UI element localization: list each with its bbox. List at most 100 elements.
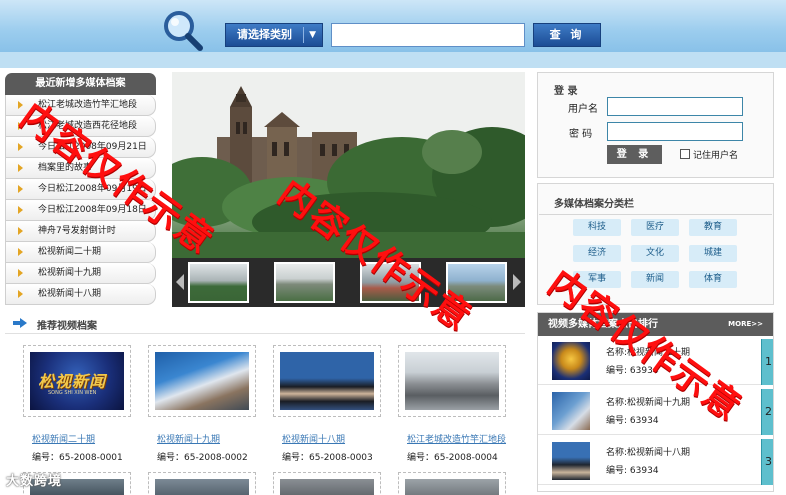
ranking-item-name: 名称:松视新闻二十期 [606, 348, 691, 358]
category-urban[interactable]: 城建 [689, 245, 737, 262]
list-item-label: 松江老城改造西花径地段 [38, 121, 138, 131]
query-button[interactable]: 查 询 [533, 23, 601, 47]
search-input[interactable] [331, 23, 525, 47]
category-culture[interactable]: 文化 [631, 245, 679, 262]
category-education[interactable]: 教育 [689, 219, 737, 236]
category-select-label: 请选择类别 [237, 28, 292, 41]
recommended-header: 推荐视频档案 [5, 312, 525, 334]
header-bar: 请选择类别 ▼ 查 询 [0, 0, 786, 68]
arrow-bullet-icon [18, 248, 23, 256]
ranking-item-name: 名称:松视新闻十八期 [606, 448, 691, 458]
banner-thumb[interactable] [360, 262, 421, 303]
list-item[interactable]: 档案里的故事 [5, 158, 156, 179]
list-item[interactable]: 松视新闻二十期 [5, 242, 156, 263]
category-tech[interactable]: 科技 [573, 219, 621, 236]
video-number: 编号：65-2008-0002 [157, 453, 248, 463]
video-number: 编号：65-2008-0004 [407, 453, 498, 463]
list-item[interactable]: 今日松江2008年09月19日 [5, 179, 156, 200]
category-military[interactable]: 军事 [573, 271, 621, 288]
login-panel: 登 录 用户名 密 码 登 录 记住用户名 [537, 72, 774, 178]
arrow-bullet-icon [18, 185, 23, 193]
video-name-link[interactable]: 松视新闻二十期 [32, 432, 95, 445]
video-thumb [155, 479, 249, 495]
list-item[interactable]: 今日松江2008年09月21日 [5, 137, 156, 158]
login-button[interactable]: 登 录 [607, 145, 662, 164]
rank-badge: 1 [761, 339, 773, 385]
video-thumb [280, 352, 374, 410]
recent-archives-title: 最近新增多媒体档案 [5, 73, 156, 95]
list-item-label: 松江老城改造竹竿汇地段 [38, 100, 138, 110]
video-card[interactable] [273, 345, 381, 417]
ranking-item-no: 编号: 63934 [606, 466, 659, 476]
category-select-divider [303, 27, 304, 43]
more-link[interactable]: MORE>> [728, 320, 763, 328]
list-item-label: 今日松江2008年09月21日 [38, 142, 147, 152]
rank-badge: 3 [761, 439, 773, 485]
video-thumb: 松视新闻 SONG SHI XIN WEN [30, 352, 124, 410]
header-lower-band [0, 52, 786, 68]
arrow-bullet-icon [18, 290, 23, 298]
video-thumb [155, 352, 249, 410]
ranking-thumb [552, 442, 590, 480]
arrow-bullet-icon [18, 122, 23, 130]
ranking-item-name: 名称:松视新闻十九期 [606, 398, 691, 408]
category-sports[interactable]: 体育 [689, 271, 737, 288]
list-item-label: 档案里的故事 [38, 163, 93, 173]
banner-next-arrow-icon[interactable] [513, 274, 521, 290]
list-item[interactable]: 松视新闻十八期 [5, 284, 156, 305]
category-news[interactable]: 新闻 [631, 271, 679, 288]
video-card[interactable] [398, 345, 506, 417]
banner-thumb[interactable] [446, 262, 507, 303]
ranking-item[interactable]: 名称:松视新闻二十期 编号: 63934 1 [538, 339, 773, 385]
list-item-label: 松视新闻二十期 [38, 247, 102, 257]
list-item[interactable]: 松江老城改造西花径地段 [5, 116, 156, 137]
banner-slideshow[interactable] [172, 72, 525, 307]
video-thumb [280, 479, 374, 495]
username-field[interactable] [607, 97, 743, 116]
video-number: 编号：65-2008-0003 [282, 453, 373, 463]
password-field[interactable] [607, 122, 743, 141]
category-economy[interactable]: 经济 [573, 245, 621, 262]
video-card[interactable] [398, 472, 506, 495]
video-card[interactable] [273, 472, 381, 495]
list-item-label: 神舟7号发射倒计时 [38, 226, 116, 236]
remember-label: 记住用户名 [693, 151, 739, 161]
arrow-bullet-icon [18, 227, 23, 235]
video-card[interactable] [148, 345, 256, 417]
arrow-bullet-icon [18, 206, 23, 214]
thumb-caption: 松视新闻 [38, 372, 107, 391]
thumb-subcaption: SONG SHI XIN WEN [48, 390, 97, 396]
banner-thumb[interactable] [274, 262, 335, 303]
list-item[interactable]: 松视新闻十九期 [5, 263, 156, 284]
ranking-item[interactable]: 名称:松视新闻十九期 编号: 63934 2 [538, 389, 773, 435]
password-label: 密 码 [569, 129, 593, 140]
arrow-right-icon [13, 318, 27, 328]
list-item-label: 松视新闻十八期 [38, 289, 102, 299]
list-item-label: 今日松江2008年09月18日 [38, 205, 147, 215]
click-ranking-panel: 视频多媒体档案点击排行 MORE>> 名称:松视新闻二十期 编号: 63934 … [537, 312, 774, 492]
rank-badge: 2 [761, 389, 773, 435]
list-item-label: 今日松江2008年09月19日 [38, 184, 147, 194]
video-card[interactable] [148, 472, 256, 495]
video-thumb [405, 352, 499, 410]
list-item[interactable]: 神舟7号发射倒计时 [5, 221, 156, 242]
banner-thumb[interactable] [188, 262, 249, 303]
video-name-link[interactable]: 松视新闻十八期 [282, 432, 345, 445]
list-item[interactable]: 松江老城改造竹竿汇地段 [5, 95, 156, 116]
arrow-bullet-icon [18, 101, 23, 109]
video-name-link[interactable]: 松视新闻十九期 [157, 432, 220, 445]
video-name-link[interactable]: 松江老城改造竹竿汇地段 [407, 432, 506, 445]
video-number: 编号：65-2008-0001 [32, 453, 123, 463]
arrow-bullet-icon [18, 143, 23, 151]
ranking-thumb [552, 342, 590, 380]
login-title: 登 录 [554, 86, 578, 97]
ranking-item[interactable]: 名称:松视新闻十八期 编号: 63934 3 [538, 439, 773, 485]
video-card[interactable]: 松视新闻 SONG SHI XIN WEN [23, 345, 131, 417]
video-thumb [405, 479, 499, 495]
list-item[interactable]: 今日松江2008年09月18日 [5, 200, 156, 221]
category-select[interactable]: 请选择类别 ▼ [225, 23, 323, 47]
category-panel: 多媒体档案分类栏 科技 医疗 教育 经济 文化 城建 军事 新闻 体育 [537, 183, 774, 305]
category-medical[interactable]: 医疗 [631, 219, 679, 236]
banner-prev-arrow-icon[interactable] [176, 274, 184, 290]
remember-checkbox[interactable] [680, 149, 690, 159]
